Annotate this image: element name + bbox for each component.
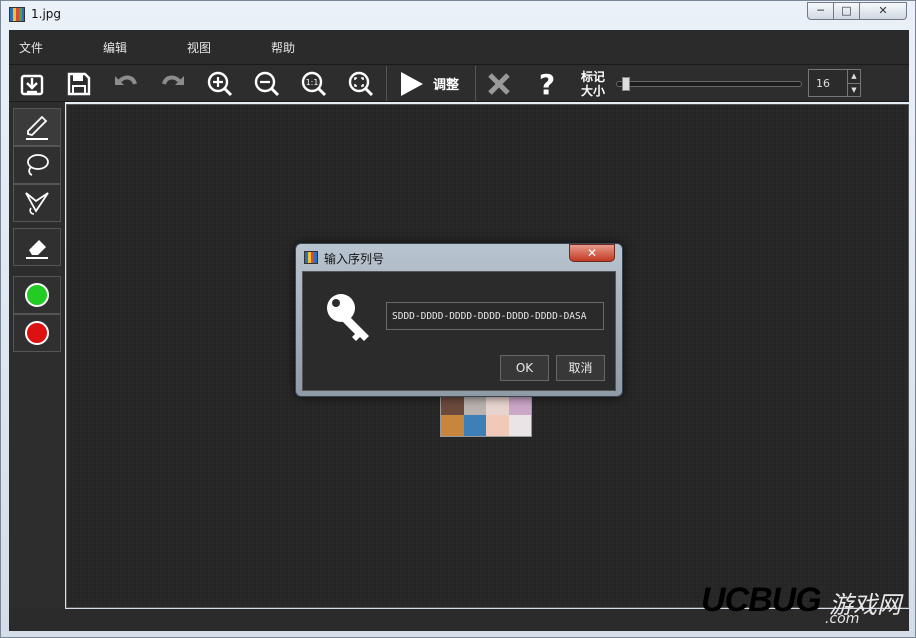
site-watermark: UCBUG 游戏网 .com [701, 581, 901, 631]
brush-icon [26, 115, 48, 140]
slider-track [616, 81, 802, 87]
zoom-in-button[interactable] [203, 68, 237, 100]
color-red-swatch[interactable] [13, 314, 61, 352]
zoom-actual-icon: 1:1 [301, 71, 327, 97]
color-green-swatch[interactable] [13, 276, 61, 314]
dialog-close-button[interactable]: ✕ [569, 244, 615, 262]
adjust-label: 调整 [433, 78, 460, 93]
window-title: 1.jpg [31, 7, 62, 21]
toolbar: 1:1 调整 ? 标记 大小 ▲ ▼ [9, 64, 909, 102]
svg-text:1:1: 1:1 [306, 78, 319, 87]
mark-size-label: 标记 大小 [580, 70, 605, 98]
red-color-dot [25, 321, 49, 345]
redo-button[interactable] [156, 68, 190, 100]
mark-size-spinbox[interactable]: ▲ ▼ [808, 69, 861, 97]
zoom-fit-button[interactable] [344, 68, 378, 100]
svg-text:?: ? [539, 70, 555, 98]
zoom-in-icon [207, 71, 233, 97]
title-bar[interactable]: 1.jpg ─ □ ✕ [1, 1, 915, 29]
menu-bar: 文件 编辑 视图 帮助 [9, 30, 909, 64]
zoom-out-icon [254, 71, 280, 97]
serial-dialog: 输入序列号 ✕ OK 取消 [295, 243, 623, 397]
zoom-fit-icon [348, 71, 374, 97]
minimize-button[interactable]: ─ [807, 2, 834, 20]
import-icon [20, 74, 44, 96]
question-icon: ? [539, 70, 555, 98]
polygon-lasso-icon [25, 192, 49, 215]
image-thumbnail [440, 393, 532, 437]
zoom-out-button[interactable] [250, 68, 284, 100]
import-button[interactable] [15, 68, 49, 100]
slider-thumb[interactable] [621, 77, 630, 91]
close-x-icon [488, 73, 510, 95]
clear-button[interactable] [482, 68, 516, 100]
serial-number-input[interactable] [386, 302, 604, 330]
save-icon [67, 72, 91, 96]
app-icon [9, 7, 25, 22]
ok-button[interactable]: OK [500, 355, 549, 381]
mark-size-input[interactable] [809, 70, 847, 96]
lasso-tool[interactable] [13, 146, 61, 184]
eraser-icon [26, 240, 48, 259]
spin-down-icon[interactable]: ▼ [847, 83, 860, 96]
dialog-body: OK 取消 [302, 271, 616, 391]
dialog-app-icon [304, 251, 318, 264]
menu-help[interactable]: 帮助 [271, 39, 295, 56]
menu-edit[interactable]: 编辑 [103, 39, 127, 56]
watermark-domain: .com [825, 611, 860, 627]
redo-icon [162, 75, 184, 85]
adjust-button[interactable]: 调整 [386, 66, 476, 101]
undo-button[interactable] [109, 68, 143, 100]
tool-palette [9, 102, 65, 629]
brush-tool[interactable] [13, 108, 61, 146]
eraser-tool[interactable] [13, 228, 61, 266]
save-button[interactable] [62, 68, 96, 100]
zoom-actual-button[interactable]: 1:1 [297, 68, 331, 100]
lasso-icon [27, 154, 49, 176]
app-window: 1.jpg ─ □ ✕ 文件 编辑 视图 帮助 1:1 调整 ? 标记 大小 1… [0, 0, 916, 638]
play-icon [401, 71, 423, 96]
menu-view[interactable]: 视图 [187, 39, 211, 56]
green-color-dot [25, 283, 49, 307]
window-controls: ─ □ ✕ [807, 2, 907, 20]
spin-up-icon[interactable]: ▲ [847, 70, 860, 83]
key-icon [327, 294, 369, 341]
cancel-button[interactable]: 取消 [556, 355, 605, 381]
menu-file[interactable]: 文件 [19, 39, 43, 56]
mark-size-slider[interactable] [616, 77, 802, 91]
polygon-lasso-tool[interactable] [13, 184, 61, 222]
close-button[interactable]: ✕ [860, 2, 907, 20]
undo-icon [115, 75, 137, 85]
help-button[interactable]: ? [530, 68, 564, 100]
watermark-brand: UCBUG [701, 581, 822, 619]
dialog-title: 输入序列号 [324, 252, 385, 266]
maximize-button[interactable]: □ [834, 2, 860, 20]
